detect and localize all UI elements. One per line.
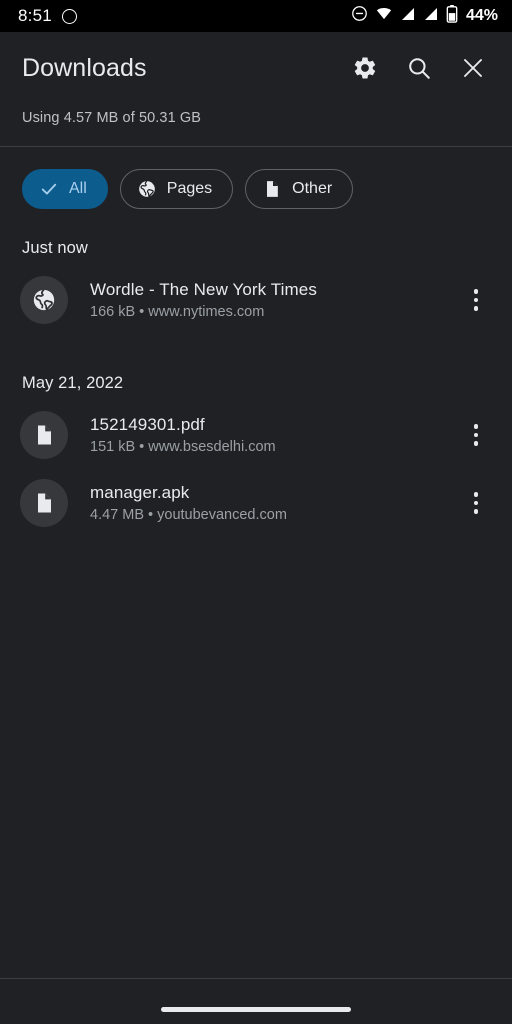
filter-chip-other[interactable]: Other (245, 169, 354, 209)
status-bar-clock: 8:51 (18, 6, 52, 25)
signal-icon (400, 6, 416, 27)
download-item[interactable]: 152149301.pdf 151 kB • www.bsesdelhi.com (0, 401, 512, 469)
search-button[interactable] (406, 55, 432, 81)
page-title: Downloads (22, 53, 147, 82)
downloads-list: Just now Wordle - The New York Times 166… (0, 209, 512, 537)
more-vert-icon (473, 297, 479, 303)
notification-circle-icon (61, 8, 77, 24)
header-actions (352, 55, 494, 81)
download-item-subtitle: 151 kB • www.bsesdelhi.com (90, 439, 276, 455)
avatar (20, 479, 68, 527)
download-item-title: manager.apk (90, 483, 190, 502)
battery-percent-label: 44% (465, 7, 498, 24)
system-navigation-bar (0, 978, 512, 1024)
avatar (20, 276, 68, 324)
download-item-text: manager.apk 4.47 MB • youtubevanced.com (68, 483, 456, 523)
more-vert-icon (473, 500, 479, 506)
more-vert-icon (473, 289, 479, 294)
filter-chip-other-label: Other (292, 180, 333, 197)
file-icon (262, 179, 282, 199)
do-not-disturb-icon (351, 5, 368, 27)
more-vert-icon (473, 441, 479, 446)
section-header: Just now (22, 239, 88, 257)
close-icon (464, 59, 482, 77)
filter-chip-pages[interactable]: Pages (119, 169, 234, 209)
filter-chip-row: All Pages Other (0, 147, 512, 209)
battery-icon (446, 4, 458, 28)
download-item[interactable]: Wordle - The New York Times 166 kB • www… (0, 266, 512, 334)
filter-chip-pages-label: Pages (166, 180, 213, 197)
storage-usage-label: Using 4.57 MB of 50.31 GB (22, 110, 202, 126)
download-item[interactable]: manager.apk 4.47 MB • youtubevanced.com (0, 469, 512, 537)
download-item-text: 152149301.pdf 151 kB • www.bsesdelhi.com (68, 415, 456, 455)
download-item-title: Wordle - The New York Times (90, 280, 317, 299)
download-item-text: Wordle - The New York Times 166 kB • www… (68, 280, 456, 320)
file-icon (38, 425, 51, 445)
download-item-overflow-button[interactable] (456, 413, 496, 457)
download-item-overflow-button[interactable] (456, 278, 496, 322)
filter-chip-all-label: All (69, 180, 87, 197)
more-vert-icon (473, 509, 479, 514)
more-vert-icon (473, 432, 479, 438)
section-header: May 21, 2022 (22, 374, 124, 392)
app-header: Downloads (0, 32, 512, 104)
home-gesture-pill[interactable] (161, 1007, 351, 1012)
globe-icon (33, 289, 55, 312)
download-item-overflow-button[interactable] (456, 481, 496, 525)
file-icon (38, 493, 51, 513)
status-bar-right: 44% (351, 4, 498, 28)
download-item-subtitle: 166 kB • www.nytimes.com (90, 304, 265, 320)
status-bar-left: 8:51 (18, 6, 77, 26)
check-icon (39, 179, 59, 199)
signal-icon (423, 6, 439, 27)
status-bar: 8:51 44% (0, 0, 512, 32)
more-vert-icon (473, 424, 479, 429)
wifi-icon (375, 5, 393, 27)
download-item-title: 152149301.pdf (90, 415, 205, 434)
avatar (20, 411, 68, 459)
globe-icon (137, 179, 157, 199)
download-item-subtitle: 4.47 MB • youtubevanced.com (90, 507, 287, 523)
more-vert-icon (473, 492, 479, 497)
gear-icon (354, 57, 376, 79)
settings-button[interactable] (352, 55, 378, 81)
more-vert-icon (473, 306, 479, 311)
close-button[interactable] (460, 55, 486, 81)
filter-chip-all[interactable]: All (22, 169, 108, 209)
search-icon (409, 58, 430, 79)
